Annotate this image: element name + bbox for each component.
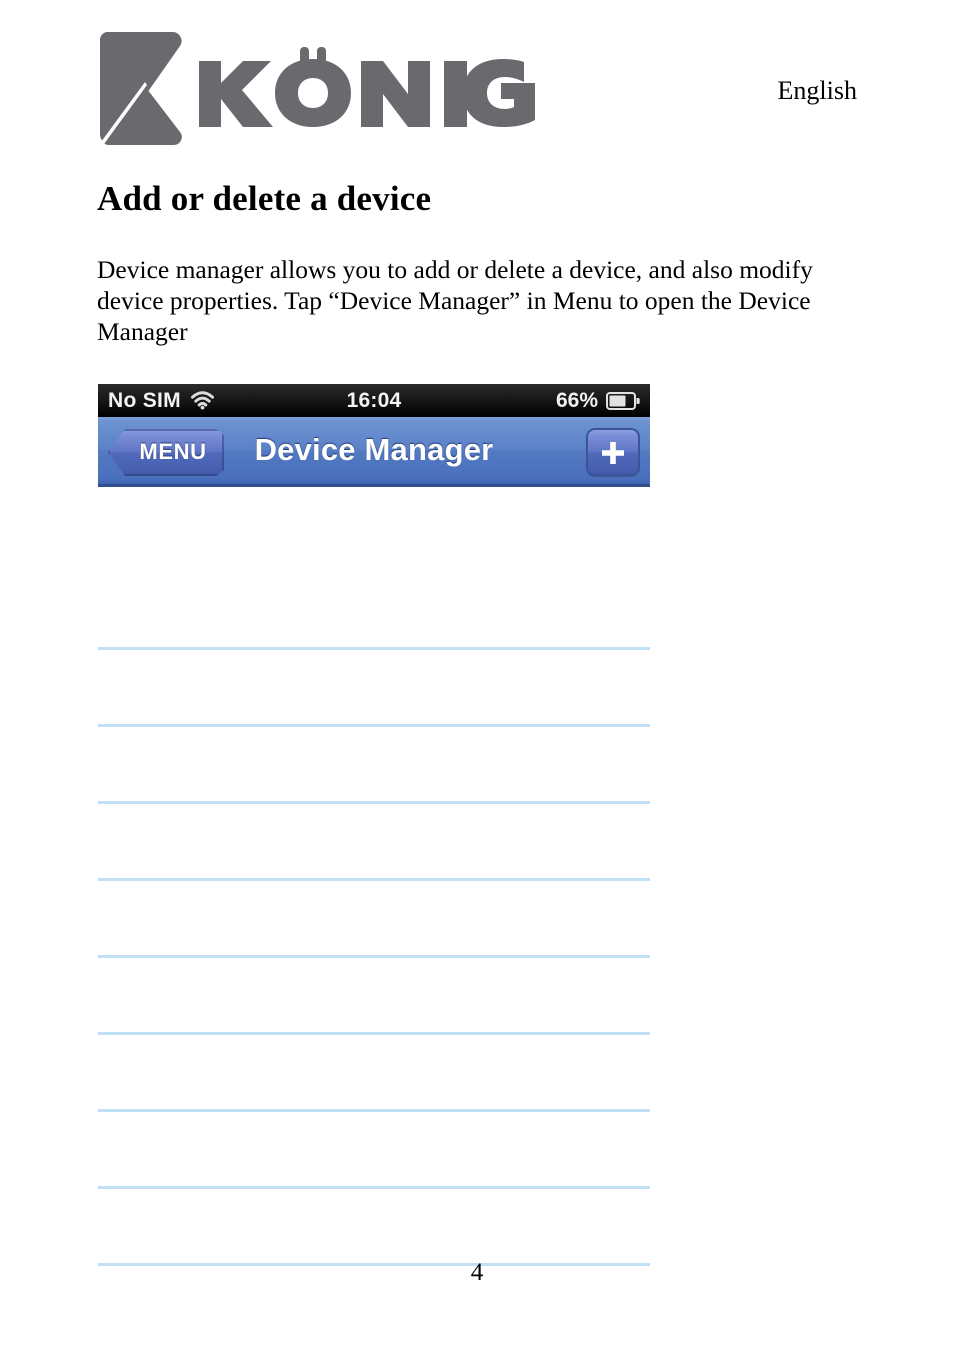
konig-k-logo-icon [99,32,182,145]
document-page: English Add or delete a device Device ma… [0,0,954,1352]
page-title: Add or delete a device [97,179,432,218]
list-item[interactable] [98,881,650,958]
ios-status-bar: No SIM 16:04 66% [98,384,650,417]
add-device-button[interactable] [586,428,640,477]
battery-percent-label: 66% [555,389,598,412]
document-header: English [97,24,857,150]
battery-icon [606,391,640,410]
list-item[interactable] [98,1035,650,1112]
list-item[interactable] [98,573,650,650]
list-item[interactable] [98,650,650,727]
list-item[interactable] [98,727,650,804]
list-item[interactable] [98,958,650,1035]
phone-screenshot: No SIM 16:04 66% MENU Device Manager [98,384,650,1266]
list-item[interactable] [98,804,650,881]
status-bar-right: 66% [556,390,640,411]
konig-logo [97,24,551,150]
list-item[interactable] [98,1112,650,1189]
body-paragraph: Device manager allows you to add or dele… [97,255,813,346]
carrier-label: No SIM [108,389,181,412]
konig-wordmark [199,47,535,127]
list-item[interactable] [98,1189,650,1266]
wifi-icon [190,391,214,410]
nav-bar-title: Device Manager [254,432,494,467]
language-label: English [777,76,857,105]
device-list[interactable] [98,487,650,1266]
page-number: 4 [470,1259,484,1286]
plus-icon [602,441,624,464]
ios-navigation-bar: MENU Device Manager [98,417,650,487]
status-bar-left: No SIM [108,390,258,411]
